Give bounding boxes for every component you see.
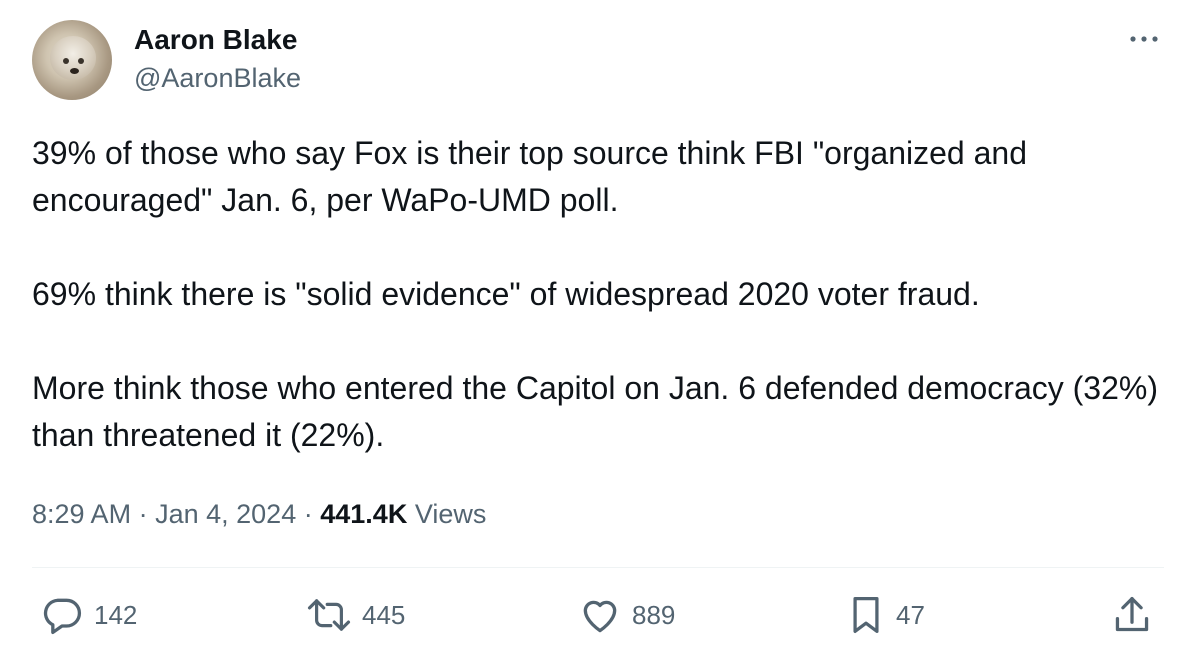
- reply-bubble-icon: [43, 598, 82, 635]
- bookmark-button[interactable]: 47: [846, 593, 925, 637]
- views-count: 441.4K: [320, 499, 408, 529]
- like-count: 889: [632, 599, 676, 630]
- tweet-paragraph: 39% of those who say Fox is their top so…: [32, 135, 1027, 218]
- more-options-button[interactable]: [1124, 22, 1164, 56]
- like-button[interactable]: 889: [578, 593, 675, 637]
- tweet-time[interactable]: 8:29 AM: [32, 499, 131, 529]
- bookmark-icon: [853, 597, 879, 633]
- repost-count: 445: [362, 599, 406, 630]
- reply-count: 142: [94, 599, 138, 630]
- share-upload-icon: [1115, 597, 1149, 632]
- repost-arrows-icon: [307, 599, 351, 631]
- share-button[interactable]: [1112, 593, 1152, 637]
- views-label: Views: [414, 499, 487, 529]
- author-name[interactable]: Aaron Blake: [134, 24, 297, 56]
- meta-separator: ·: [303, 499, 313, 529]
- more-dots-icon: [1130, 36, 1158, 42]
- tweet-card: Aaron Blake @AaronBlake 39% of those who…: [0, 0, 1188, 663]
- repost-button[interactable]: 445: [306, 593, 405, 637]
- meta-separator: ·: [138, 499, 148, 529]
- reply-button[interactable]: 142: [40, 593, 137, 637]
- avatar[interactable]: [32, 20, 112, 100]
- tweet-paragraph: 69% think there is "solid evidence" of w…: [32, 276, 980, 312]
- author-handle[interactable]: @AaronBlake: [134, 63, 301, 94]
- heart-icon: [583, 600, 617, 633]
- tweet-date[interactable]: Jan 4, 2024: [155, 499, 296, 529]
- tweet-text: 39% of those who say Fox is their top so…: [32, 130, 1167, 459]
- tweet-metadata: 8:29 AM · Jan 4, 2024 · 441.4K Views: [32, 499, 486, 530]
- divider: [32, 567, 1164, 568]
- tweet-paragraph: More think those who entered the Capitol…: [32, 370, 1158, 453]
- bookmark-count: 47: [896, 599, 925, 630]
